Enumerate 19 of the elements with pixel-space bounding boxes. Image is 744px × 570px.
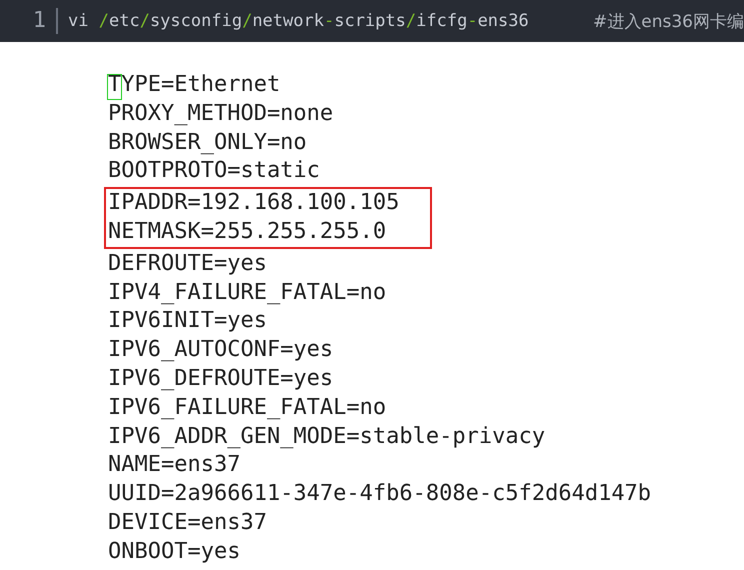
config-line: DEFROUTE=yes [108,250,267,276]
config-line: IPV6_AUTOCONF=yes [108,337,334,362]
config-line: IPV4_FAILURE_FATAL=no [108,280,386,305]
config-line: BROWSER_ONLY=no [108,130,307,155]
config-line: IPV6_ADDR_GEN_MODE=stable-privacy [108,424,546,449]
config-line: BOOTPROTO=static [108,158,320,184]
config-line: IPV6INIT=yes [108,308,267,334]
config-line: DEVICE=ens37 [108,510,267,535]
line-number: 1 [0,8,58,34]
code-comment: #进入ens36网卡编 [593,10,744,32]
command-text: vi /etc/sysconfig/network-scripts/ifcfg-ens36 [67,11,529,31]
config-line: ONBOOT=yes [108,538,240,564]
config-line: NETMASK=255.255.255.0 [108,218,386,244]
config-line: IPADDR=192.168.100.105 [108,190,400,216]
config-line: NAME=ens37 [108,452,240,478]
config-line: PROXY_METHOD=none [108,100,334,126]
config-line: IPV6_FAILURE_FATAL=no [108,394,386,420]
config-line: UUID=2a966611-347e-4fb6-808e-c5f2d64d147b [108,481,652,506]
config-line: IPV6_DEFROUTE=yes [108,366,334,391]
